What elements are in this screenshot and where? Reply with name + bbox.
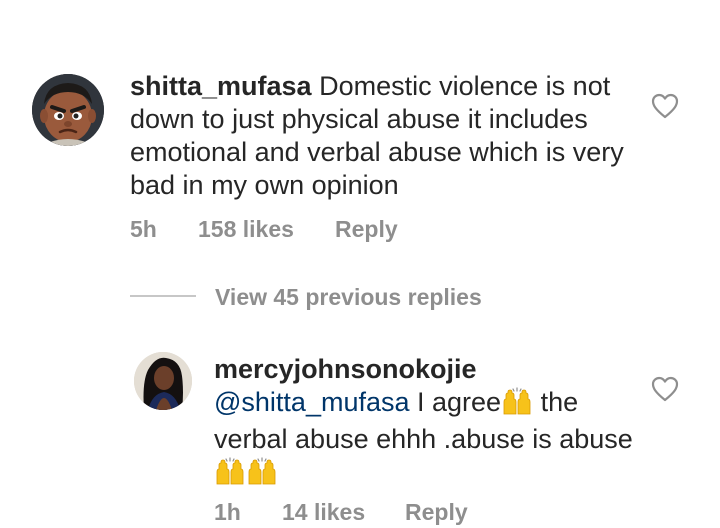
mention-link[interactable]: @shitta_mufasa <box>214 387 410 417</box>
comment-2: mercyjohnsonokojie @shitta_mufasa I agre… <box>0 340 720 528</box>
comment-meta: 5h 158 likes Reply <box>130 216 530 246</box>
comment-likes[interactable]: 14 likes <box>282 499 365 526</box>
comment-likes[interactable]: 158 likes <box>198 216 294 243</box>
comment-text: shitta_mufasa Domestic violence is not d… <box>130 70 630 202</box>
raising-hands-icon <box>246 457 278 493</box>
woman-photo-avatar-icon <box>134 352 192 410</box>
replies-divider <box>130 295 196 297</box>
comment-time: 5h <box>130 216 157 242</box>
reply-button[interactable]: Reply <box>335 216 398 243</box>
comment-text: mercyjohnsonokojie @shitta_mufasa I agre… <box>214 353 634 493</box>
comment-username[interactable]: mercyjohnsonokojie <box>214 353 634 386</box>
cartoon-boy-avatar-icon <box>32 74 104 146</box>
heart-icon[interactable] <box>651 93 679 119</box>
raising-hands-icon <box>214 457 246 493</box>
heart-icon[interactable] <box>651 376 679 402</box>
comment-username[interactable]: shitta_mufasa <box>130 71 312 101</box>
comment-body: @shitta_mufasa I agree the verbal abuse … <box>214 386 634 493</box>
comment-time: 1h <box>214 499 241 525</box>
reply-button[interactable]: Reply <box>405 499 468 526</box>
comment-1: shitta_mufasa Domestic violence is not d… <box>0 0 720 260</box>
comment-body-part1: I agree <box>409 387 502 417</box>
avatar[interactable] <box>32 74 104 146</box>
raising-hands-icon <box>501 387 533 423</box>
avatar[interactable] <box>134 352 192 410</box>
view-previous-replies-button[interactable]: View 45 previous replies <box>215 284 482 311</box>
comment-meta: 1h 14 likes Reply <box>214 499 614 527</box>
